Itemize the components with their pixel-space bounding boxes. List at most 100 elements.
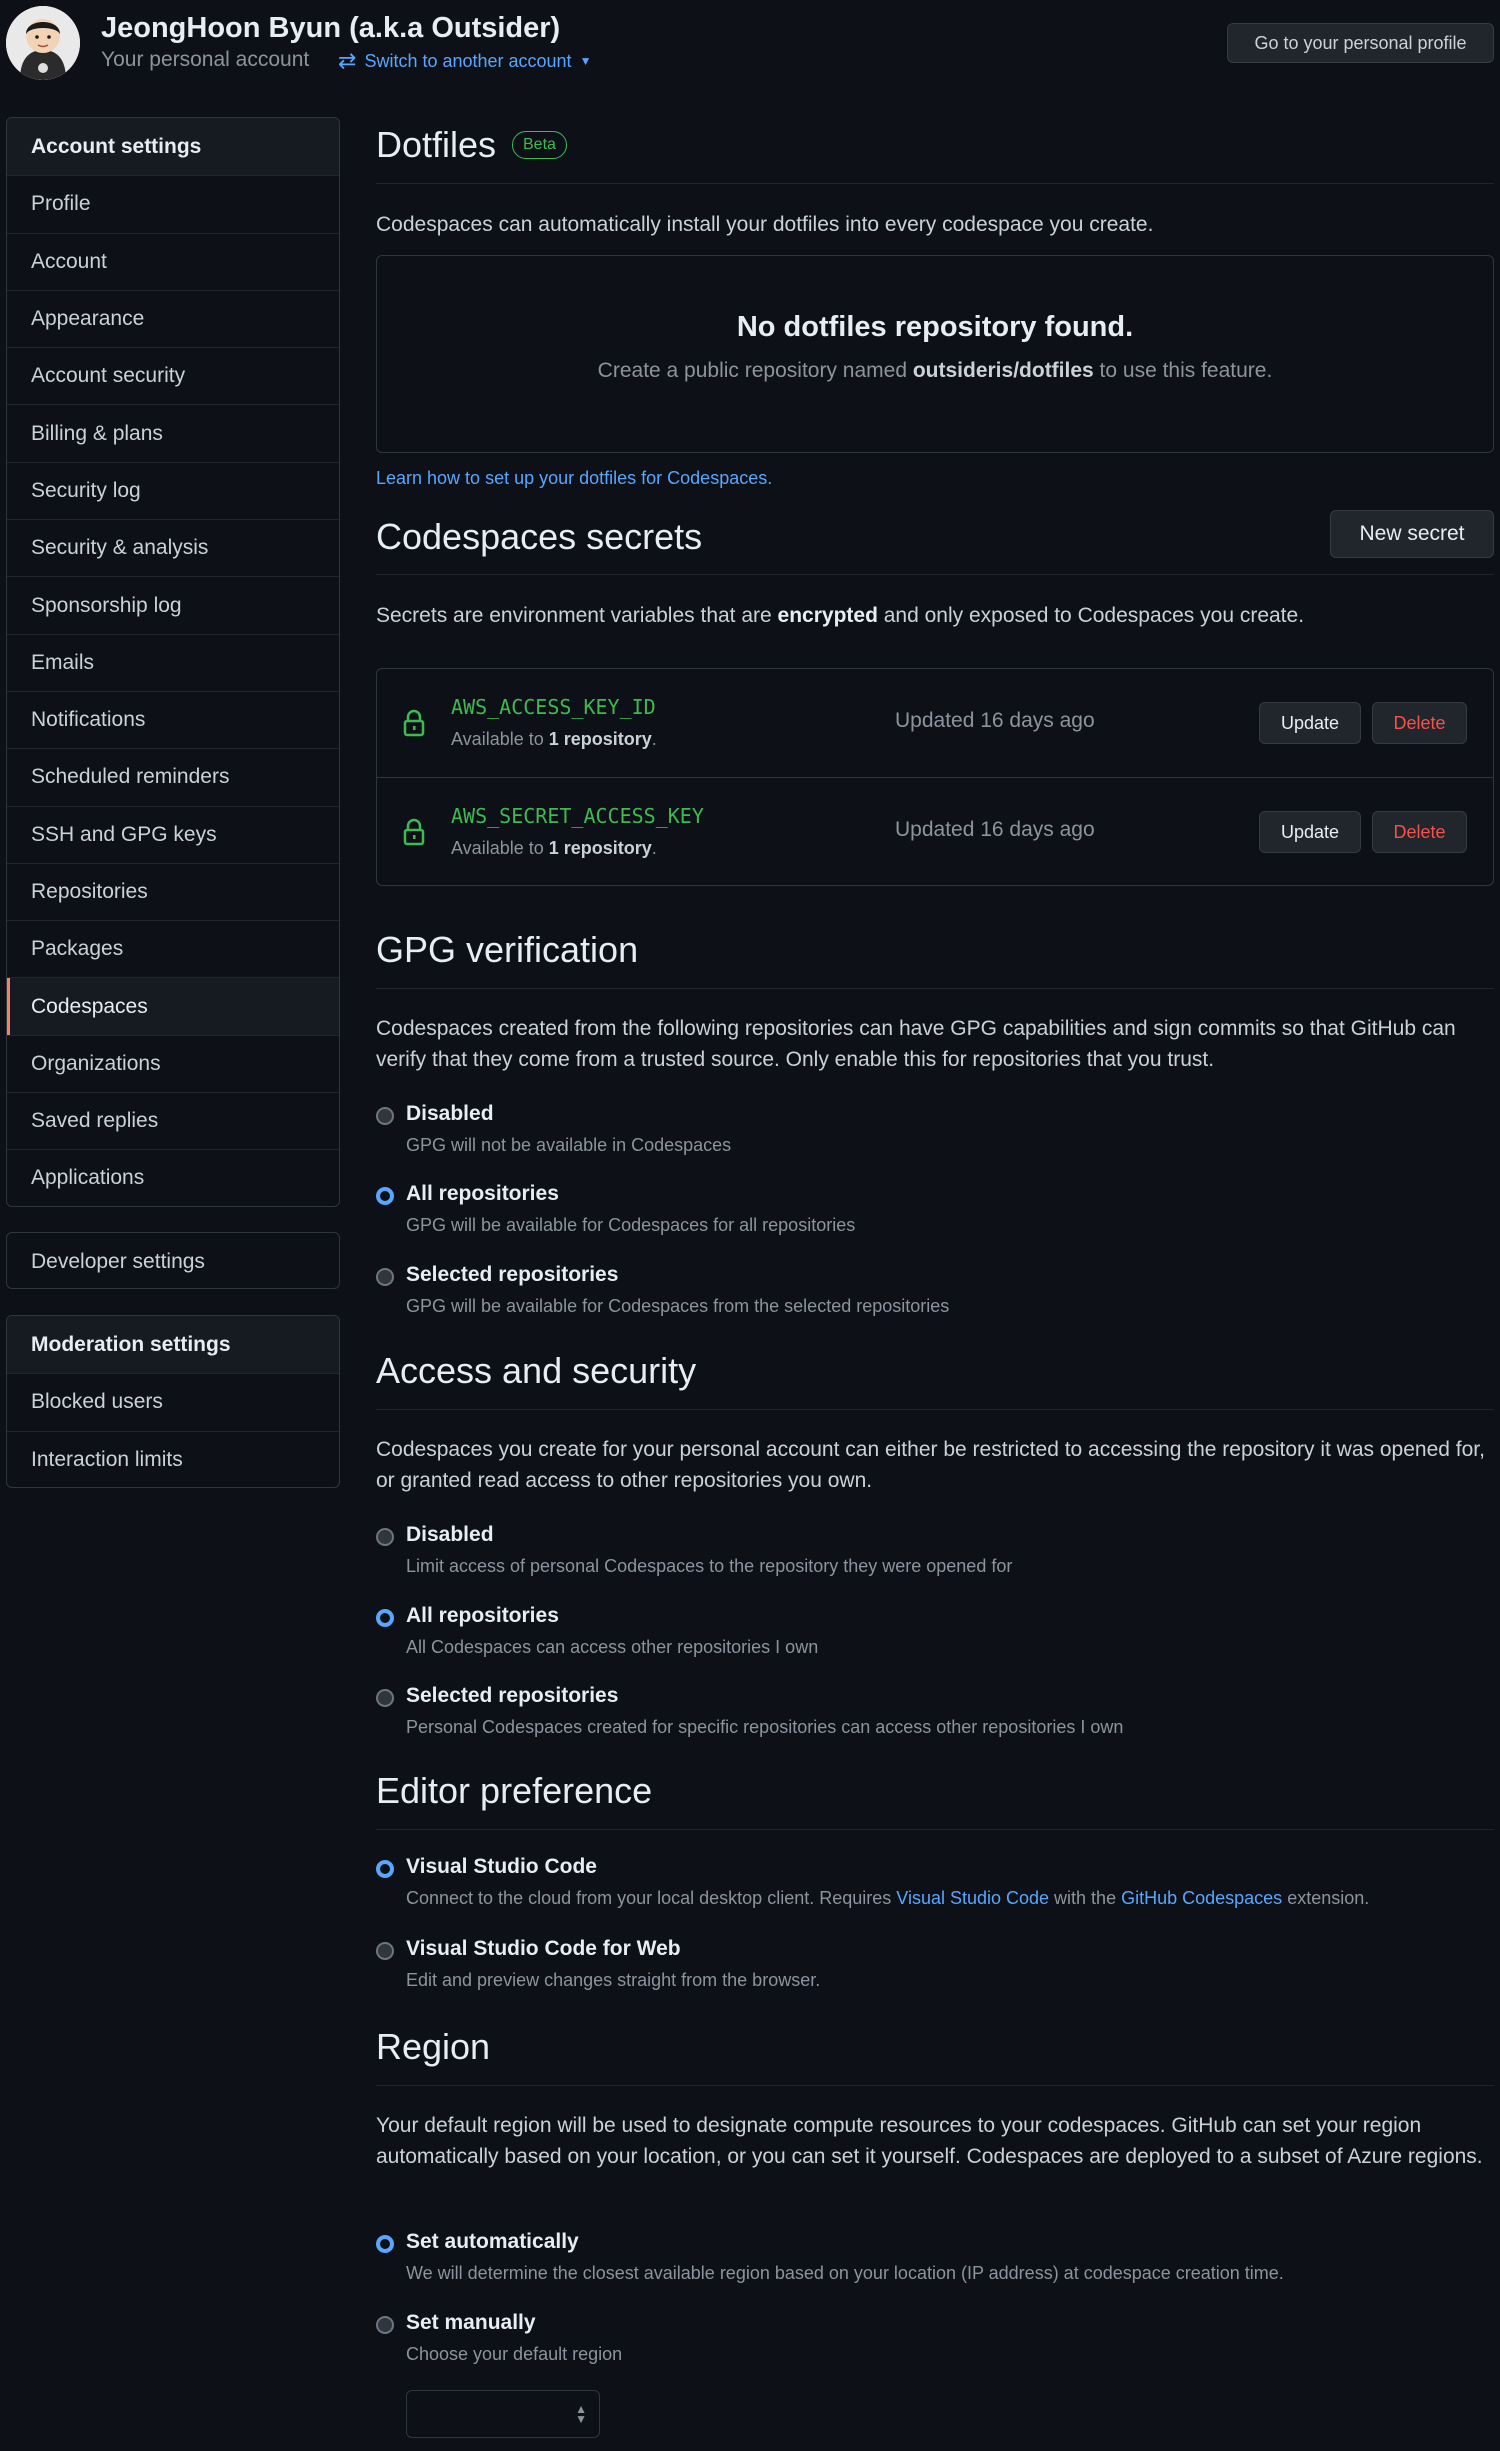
option-label: Visual Studio Code for Web — [406, 1937, 681, 1960]
radio-button[interactable] — [376, 1689, 394, 1707]
gpg-title: GPG verification — [376, 929, 639, 970]
go-to-profile-button[interactable]: Go to your personal profile — [1227, 23, 1494, 63]
sidebar-item-sponsorship-log[interactable]: Sponsorship log — [7, 576, 339, 633]
page-header: JeongHoon Byun (a.k.a Outsider) Your per… — [0, 0, 1500, 90]
sidebar-item-profile[interactable]: Profile — [7, 175, 339, 232]
divider — [376, 2085, 1494, 2086]
option-label: Selected repositories — [406, 1263, 619, 1286]
avatar[interactable] — [6, 6, 80, 80]
radio-button[interactable] — [376, 1107, 394, 1125]
availability-text: . — [651, 838, 657, 858]
sidebar-item-applications[interactable]: Applications — [7, 1149, 339, 1206]
sidebar-item-ssh-and-gpg-keys[interactable]: SSH and GPG keys — [7, 805, 339, 863]
availability-text: Available to — [451, 729, 549, 749]
option-note: Personal Codespaces created for specific… — [406, 1717, 1124, 1737]
region-option-manual[interactable]: Set manually Choose your default region — [376, 2311, 1486, 2373]
access-description: Codespaces you create for your personal … — [376, 1438, 1485, 1492]
developer-settings-menu: Developer settings — [6, 1232, 340, 1289]
gpg-option-selected-repositories[interactable]: Selected repositories GPG will be availa… — [376, 1263, 1486, 1325]
availability-count: 1 repository — [548, 729, 652, 749]
sidebar-item-organizations[interactable]: Organizations — [7, 1034, 339, 1092]
secret-updated: Updated 16 days ago — [895, 709, 1095, 732]
option-label: All repositories — [406, 1604, 559, 1627]
region-option-automatic[interactable]: Set automatically We will determine the … — [376, 2230, 1486, 2292]
option-label: Set automatically — [406, 2230, 579, 2253]
divider — [376, 183, 1494, 184]
sidebar-item-account-security[interactable]: Account security — [7, 347, 339, 404]
editor-option-vscode-web[interactable]: Visual Studio Code for Web Edit and prev… — [376, 1937, 1486, 1999]
secrets-title: Codespaces secrets — [376, 516, 703, 557]
vscode-link[interactable]: Visual Studio Code — [896, 1888, 1049, 1908]
secrets-list: AWS_ACCESS_KEY_ID Available to 1 reposit… — [376, 668, 1494, 886]
switch-account-link[interactable]: ⇄ Switch to another account ▼ — [338, 48, 591, 74]
access-option-all-repositories[interactable]: All repositories All Codespaces can acce… — [376, 1604, 1486, 1666]
option-label: All repositories — [406, 1182, 559, 1205]
learn-dotfiles-link[interactable]: Learn how to set up your dotfiles for Co… — [376, 468, 772, 489]
region-select[interactable]: ▲ ▼ — [406, 2390, 600, 2438]
access-title: Access and security — [376, 1350, 697, 1391]
radio-button[interactable] — [376, 1942, 394, 1960]
secret-updated: Updated 16 days ago — [895, 818, 1095, 841]
beta-badge: Beta — [512, 131, 567, 159]
sidebar-item-appearance[interactable]: Appearance — [7, 289, 339, 347]
radio-button[interactable] — [376, 2316, 394, 2334]
sidebar-item-scheduled-reminders[interactable]: Scheduled reminders — [7, 748, 339, 805]
access-option-disabled[interactable]: Disabled Limit access of personal Codesp… — [376, 1523, 1486, 1585]
divider — [376, 1829, 1494, 1830]
sidebar-item-notifications[interactable]: Notifications — [7, 690, 339, 748]
delete-secret-button[interactable]: Delete — [1372, 702, 1467, 744]
sidebar-heading-moderation-settings: Moderation settings — [7, 1316, 339, 1374]
note-text: extension. — [1282, 1888, 1370, 1908]
radio-button[interactable] — [376, 1609, 394, 1627]
sidebar-item-billing-and-plans[interactable]: Billing & plans — [7, 404, 339, 461]
option-note: We will determine the closest available … — [406, 2263, 1284, 2283]
secrets-text-bold: encrypted — [777, 604, 878, 627]
blankslate-title: No dotfiles repository found. — [736, 311, 1134, 343]
blankslate-text: Create a public repository named — [597, 359, 913, 382]
dotfiles-repo-name: outsideris/dotfiles — [912, 359, 1094, 382]
moderation-settings-menu: Moderation settings Blocked users Interact… — [6, 1315, 340, 1488]
delete-secret-button[interactable]: Delete — [1372, 811, 1467, 853]
new-secret-button[interactable]: New secret — [1330, 510, 1494, 558]
radio-button[interactable] — [376, 1187, 394, 1205]
gpg-description: Codespaces created from the following re… — [376, 1017, 1456, 1071]
option-note: GPG will not be available in Codespaces — [406, 1135, 732, 1155]
radio-button[interactable] — [376, 2235, 394, 2253]
sidebar-item-security-and-analysis[interactable]: Security & analysis — [7, 519, 339, 576]
account-type-label: Your personal account — [101, 48, 310, 71]
option-label: Disabled — [406, 1102, 494, 1125]
radio-button[interactable] — [376, 1268, 394, 1286]
gpg-option-disabled[interactable]: Disabled GPG will not be available in Co… — [376, 1102, 1486, 1164]
dotfiles-blankslate: No dotfiles repository found. Create a p… — [376, 255, 1494, 453]
lock-icon — [403, 709, 425, 737]
sidebar-item-developer-settings[interactable]: Developer settings — [7, 1233, 339, 1288]
option-note: Connect to the cloud from your local des… — [406, 1888, 1369, 1909]
availability-text: . — [651, 729, 657, 749]
lock-icon — [403, 818, 425, 846]
sidebar-item-security-log[interactable]: Security log — [7, 461, 339, 519]
sidebar-item-packages[interactable]: Packages — [7, 920, 339, 977]
radio-button[interactable] — [376, 1860, 394, 1878]
editor-option-vscode[interactable]: Visual Studio Code Connect to the cloud … — [376, 1855, 1486, 1917]
account-settings-menu: Account settings Profile Account Appearance… — [6, 117, 340, 1207]
sidebar-item-emails[interactable]: Emails — [7, 633, 339, 691]
sidebar-item-repositories[interactable]: Repositories — [7, 862, 339, 920]
github-codespaces-link[interactable]: GitHub Codespaces — [1121, 1888, 1282, 1908]
option-label: Set manually — [406, 2311, 536, 2334]
caret-down-icon: ▼ — [579, 54, 592, 68]
sidebar-item-blocked-users[interactable]: Blocked users — [7, 1373, 339, 1430]
update-secret-button[interactable]: Update — [1259, 702, 1361, 744]
sidebar-heading-account-settings: Account settings — [7, 118, 339, 176]
radio-button[interactable] — [376, 1528, 394, 1546]
divider — [376, 574, 1494, 575]
gpg-option-all-repositories[interactable]: All repositories GPG will be available f… — [376, 1182, 1486, 1244]
sidebar-item-interaction-limits[interactable]: Interaction limits — [7, 1430, 339, 1487]
option-note: GPG will be available for Codespaces for… — [406, 1215, 856, 1235]
secrets-text: Secrets are environment variables that a… — [376, 604, 778, 627]
option-note: Edit and preview changes straight from t… — [406, 1970, 821, 1990]
sidebar-item-account[interactable]: Account — [7, 232, 339, 290]
update-secret-button[interactable]: Update — [1259, 811, 1361, 853]
sidebar-item-codespaces[interactable]: Codespaces — [7, 977, 339, 1035]
sidebar-item-saved-replies[interactable]: Saved replies — [7, 1092, 339, 1149]
access-option-selected-repositories[interactable]: Selected repositories Personal Codespace… — [376, 1684, 1486, 1746]
